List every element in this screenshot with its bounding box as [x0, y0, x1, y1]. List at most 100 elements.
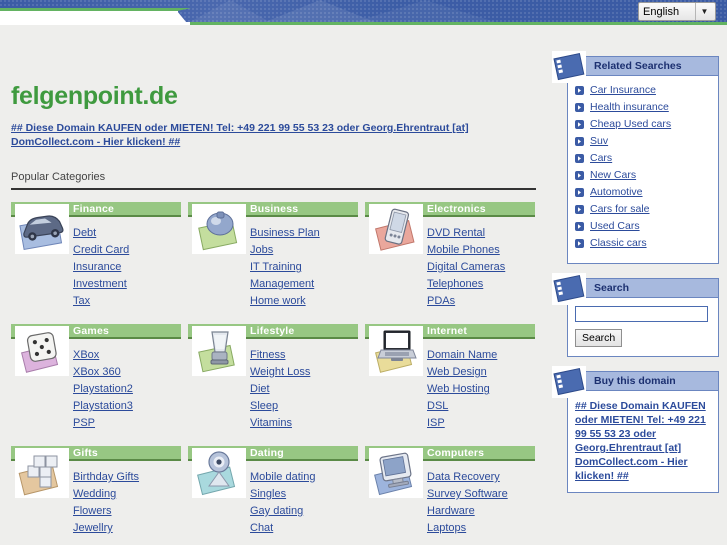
- category-link[interactable]: Web Design: [427, 366, 487, 378]
- category-link[interactable]: Playstation2: [73, 383, 133, 395]
- related-search-link[interactable]: New Cars: [590, 169, 636, 181]
- category-link[interactable]: Management: [250, 278, 314, 290]
- category-link[interactable]: XBox 360: [73, 366, 121, 378]
- search-input[interactable]: [575, 306, 708, 322]
- category-block-internet: Internet Domain Name Web Design Web Hosting…: [365, 324, 535, 434]
- category-link[interactable]: Web Hosting: [427, 383, 490, 395]
- monitor-icon: [369, 448, 423, 498]
- list-item: Gay dating: [250, 505, 358, 517]
- list-item: New Cars: [575, 169, 711, 181]
- category-title: Games: [73, 324, 110, 337]
- related-search-link[interactable]: Health insurance: [590, 101, 669, 113]
- category-link[interactable]: Singles: [250, 488, 286, 500]
- category-link[interactable]: Tax: [73, 295, 90, 307]
- list-item: Credit Card: [73, 244, 181, 256]
- language-selected-label: English: [643, 5, 680, 18]
- related-searches-list: Car Insurance Health insurance Cheap Used …: [575, 84, 711, 249]
- related-search-link[interactable]: Car Insurance: [590, 84, 656, 96]
- list-item: Cars for sale: [575, 203, 711, 215]
- category-link[interactable]: Weight Loss: [250, 366, 310, 378]
- list-item: Hardware: [427, 505, 535, 517]
- category-link[interactable]: PSP: [73, 417, 95, 429]
- category-link[interactable]: DSL: [427, 400, 448, 412]
- related-search-link[interactable]: Used Cars: [590, 220, 640, 232]
- language-select-box[interactable]: English ▼: [638, 2, 716, 21]
- category-link[interactable]: Birthday Gifts: [73, 471, 139, 483]
- related-search-link[interactable]: Suv: [590, 135, 608, 147]
- language-selector[interactable]: English ▼: [638, 2, 716, 21]
- category-link[interactable]: Diet: [250, 383, 270, 395]
- category-link[interactable]: Flowers: [73, 505, 112, 517]
- category-link[interactable]: Sleep: [250, 400, 278, 412]
- car-icon: [15, 204, 69, 254]
- category-link[interactable]: Survey Software: [427, 488, 508, 500]
- list-item: Data Recovery: [427, 471, 535, 483]
- related-search-link[interactable]: Cheap Used cars: [590, 118, 671, 130]
- category-link[interactable]: Gay dating: [250, 505, 303, 517]
- list-item: Playstation2: [73, 383, 181, 395]
- list-item: Tax: [73, 295, 181, 307]
- gift-boxes-icon: [15, 448, 69, 498]
- category-link[interactable]: Telephones: [427, 278, 483, 290]
- category-title: Electronics: [427, 202, 486, 215]
- arrow-right-icon: [575, 153, 584, 163]
- top-banner: English ▼: [0, 0, 727, 28]
- popular-categories-heading: Popular Categories: [11, 171, 536, 190]
- category-link[interactable]: Hardware: [427, 505, 475, 517]
- category-link[interactable]: Data Recovery: [427, 471, 500, 483]
- category-link[interactable]: Debt: [73, 227, 96, 239]
- related-search-link[interactable]: Cars for sale: [590, 203, 650, 215]
- chevron-down-icon[interactable]: ▼: [695, 3, 713, 20]
- list-item: PDAs: [427, 295, 535, 307]
- category-link[interactable]: DVD Rental: [427, 227, 485, 239]
- list-item: Suv: [575, 135, 711, 147]
- arrow-right-icon: [575, 85, 584, 95]
- blender-icon: [192, 326, 246, 376]
- buy-domain-link[interactable]: ## Diese Domain KAUFEN oder MIETEN! Tel:…: [575, 399, 711, 483]
- category-link[interactable]: Chat: [250, 522, 273, 534]
- category-link[interactable]: Investment: [73, 278, 127, 290]
- category-title: Internet: [427, 324, 468, 337]
- panel-title: Buy this domain: [594, 375, 676, 387]
- category-link[interactable]: Home work: [250, 295, 306, 307]
- list-item: Diet: [250, 383, 358, 395]
- list-item: Wedding: [73, 488, 181, 500]
- category-link[interactable]: Credit Card: [73, 244, 129, 256]
- category-link[interactable]: Business Plan: [250, 227, 320, 239]
- category-link[interactable]: IT Training: [250, 261, 302, 273]
- search-button[interactable]: Search: [575, 329, 623, 347]
- list-item: Jewellry: [73, 522, 181, 534]
- related-search-link[interactable]: Cars: [590, 152, 612, 164]
- category-link[interactable]: Digital Cameras: [427, 261, 505, 273]
- category-link[interactable]: Fitness: [250, 349, 285, 361]
- related-search-link[interactable]: Classic cars: [590, 237, 647, 249]
- category-title: Lifestyle: [250, 324, 295, 337]
- related-search-link[interactable]: Automotive: [590, 186, 643, 198]
- category-link[interactable]: Wedding: [73, 488, 116, 500]
- promo-link[interactable]: ## Diese Domain KAUFEN oder MIETEN! Tel:…: [11, 122, 469, 148]
- list-item: PSP: [73, 417, 181, 429]
- list-item: Web Hosting: [427, 383, 535, 395]
- dice-icon: [15, 326, 69, 376]
- category-link[interactable]: Playstation3: [73, 400, 133, 412]
- panel-body-buy-domain: ## Diese Domain KAUFEN oder MIETEN! Tel:…: [568, 391, 718, 492]
- laptop-icon: [369, 326, 423, 376]
- category-link[interactable]: Laptops: [427, 522, 466, 534]
- category-link[interactable]: PDAs: [427, 295, 455, 307]
- category-link[interactable]: Mobile dating: [250, 471, 315, 483]
- category-link[interactable]: Jewellry: [73, 522, 113, 534]
- list-item: Debt: [73, 227, 181, 239]
- category-block-gifts: Gifts Birthday Gifts Wedding Flowers Jewellr…: [11, 446, 181, 539]
- category-link[interactable]: Mobile Phones: [427, 244, 500, 256]
- category-block-electronics: Electronics DVD Rental Mobile Phones Digita…: [365, 202, 535, 312]
- category-link[interactable]: Jobs: [250, 244, 273, 256]
- main-content: felgenpoint.de ## Diese Domain KAUFEN od…: [11, 56, 536, 539]
- category-link[interactable]: Insurance: [73, 261, 121, 273]
- category-link[interactable]: XBox: [73, 349, 99, 361]
- category-link[interactable]: Vitamins: [250, 417, 292, 429]
- promo-banner: ## Diese Domain KAUFEN oder MIETEN! Tel:…: [11, 121, 531, 149]
- panel-buy-domain: Buy this domain ## Diese Domain KAUFEN o…: [552, 366, 719, 493]
- pda-icon: [369, 204, 423, 254]
- category-link[interactable]: ISP: [427, 417, 445, 429]
- category-link[interactable]: Domain Name: [427, 349, 497, 361]
